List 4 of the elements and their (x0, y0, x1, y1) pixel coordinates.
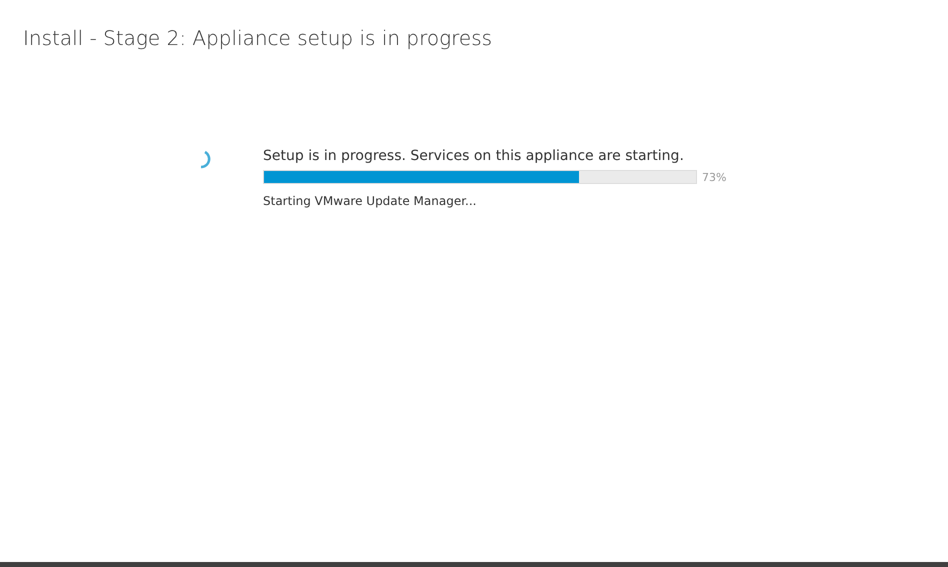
progress-message: Setup is in progress. Services on this appliance are starting. (263, 147, 685, 166)
status-text: Starting VMware Update Manager... (263, 194, 478, 208)
page-title: Install - Stage 2: Appliance setup is in progress (23, 26, 492, 50)
progress-percent: 73% (702, 170, 726, 184)
